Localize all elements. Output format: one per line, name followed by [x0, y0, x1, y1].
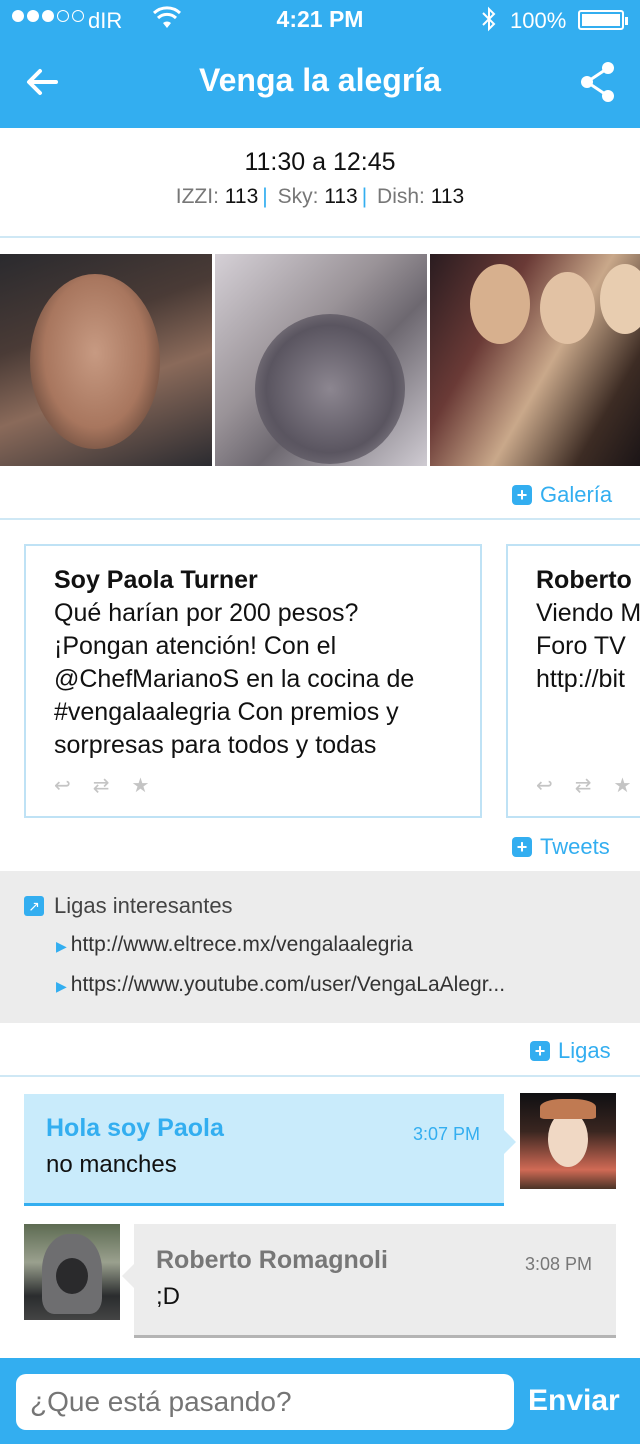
bluetooth-icon: [480, 6, 498, 38]
link-url[interactable]: https://www.youtube.com/user/VengaLaAleg…: [71, 973, 505, 996]
avatar[interactable]: [24, 1224, 120, 1320]
links-header: ↗ Ligas interesantes: [24, 893, 233, 919]
gallery-more-link[interactable]: + Galería: [512, 482, 612, 508]
photo-gallery: [0, 254, 640, 466]
message-input[interactable]: [16, 1374, 514, 1430]
channel-number: 113: [430, 185, 465, 208]
channel-name: Sky:: [277, 185, 319, 208]
tweets-more-label: Tweets: [540, 834, 610, 859]
share-button[interactable]: [578, 60, 618, 104]
send-button[interactable]: Enviar: [528, 1384, 620, 1418]
favorite-icon[interactable]: ★: [614, 773, 632, 798]
schedule-time: 11:30 a 12:45: [244, 148, 396, 176]
link-url[interactable]: http://www.eltrece.mx/vengalaalegria: [71, 933, 413, 956]
message-time: 3:08 PM: [524, 1254, 592, 1274]
channel-number: 113: [324, 185, 358, 208]
chat-message-other: Roberto Romagnoli 3:08 PM ;D: [122, 1224, 616, 1338]
composer-bar: Enviar: [0, 1358, 640, 1444]
channel-number: 113: [224, 185, 259, 208]
gallery-more-label: Galería: [540, 482, 613, 507]
caret-right-icon: ▶: [56, 978, 67, 994]
plus-icon: +: [512, 837, 532, 857]
tweet-text: Qué harían por 200 pesos? ¡Pongan atenci…: [54, 599, 415, 759]
battery-percent: 100%: [510, 8, 567, 33]
channel-name: IZZI:: [175, 185, 219, 208]
chat-message-self: Hola soy Paola 3:07 PM no manches: [24, 1094, 516, 1206]
link-item[interactable]: ▶ https://www.youtube.com/user/VengaLaAle…: [56, 973, 505, 997]
page-title: Venga la alegría: [199, 62, 441, 98]
tweet-author: Soy Paola Turner: [54, 566, 258, 594]
retweet-icon[interactable]: ⇄: [93, 773, 110, 798]
reply-icon[interactable]: ↩: [536, 773, 553, 798]
gallery-photo[interactable]: [430, 254, 640, 466]
channel-list: IZZI: 113 | Sky: 113 | Dish: 113: [175, 185, 465, 208]
links-more-link[interactable]: + Ligas: [530, 1038, 611, 1064]
caret-right-icon: ▶: [56, 938, 67, 954]
tweet-author: Roberto: [536, 566, 632, 594]
gallery-photo[interactable]: [0, 254, 212, 466]
plus-icon: +: [512, 485, 532, 505]
gallery-photo[interactable]: [215, 254, 427, 466]
status-bar: dIR 4:21 PM 100%: [0, 0, 640, 40]
tweet-actions: ↩ ⇄ ★: [536, 773, 631, 798]
retweet-icon[interactable]: ⇄: [575, 773, 592, 798]
plus-icon: +: [530, 1041, 550, 1061]
tweets-carousel[interactable]: Soy Paola Turner Qué harían por 200 peso…: [0, 520, 640, 820]
tweet-actions: ↩ ⇄ ★: [54, 773, 149, 798]
tweet-card[interactable]: Soy Paola Turner Qué harían por 200 peso…: [24, 544, 482, 818]
message-time: 3:07 PM: [412, 1124, 480, 1144]
external-link-icon: ↗: [24, 896, 44, 916]
top-bar: dIR 4:21 PM 100% Venga la alegría: [0, 0, 640, 128]
link-item[interactable]: ▶ http://www.eltrece.mx/vengalaalegria: [56, 933, 413, 957]
battery-icon: [578, 10, 628, 30]
tweets-more-link[interactable]: + Tweets: [512, 834, 610, 860]
reply-icon[interactable]: ↩: [54, 773, 71, 798]
divider: [0, 1075, 640, 1077]
tweet-text: Viendo M Foro TV http://bit: [536, 599, 640, 693]
message-text: ;D: [156, 1283, 180, 1310]
links-title: Ligas interesantes: [54, 893, 233, 918]
links-section: ↗ Ligas interesantes ▶ http://www.eltrece…: [0, 871, 640, 1023]
channel-name: Dish:: [377, 185, 425, 208]
favorite-icon[interactable]: ★: [132, 773, 150, 798]
tweet-card[interactable]: Roberto Viendo M Foro TV http://bit ↩ ⇄ …: [506, 544, 640, 818]
schedule-section: 11:30 a 12:45 IZZI: 113 | Sky: 113 | Dish:…: [0, 128, 640, 238]
avatar[interactable]: [520, 1093, 616, 1189]
links-more-label: Ligas: [558, 1038, 611, 1063]
message-text: no manches: [46, 1151, 177, 1178]
